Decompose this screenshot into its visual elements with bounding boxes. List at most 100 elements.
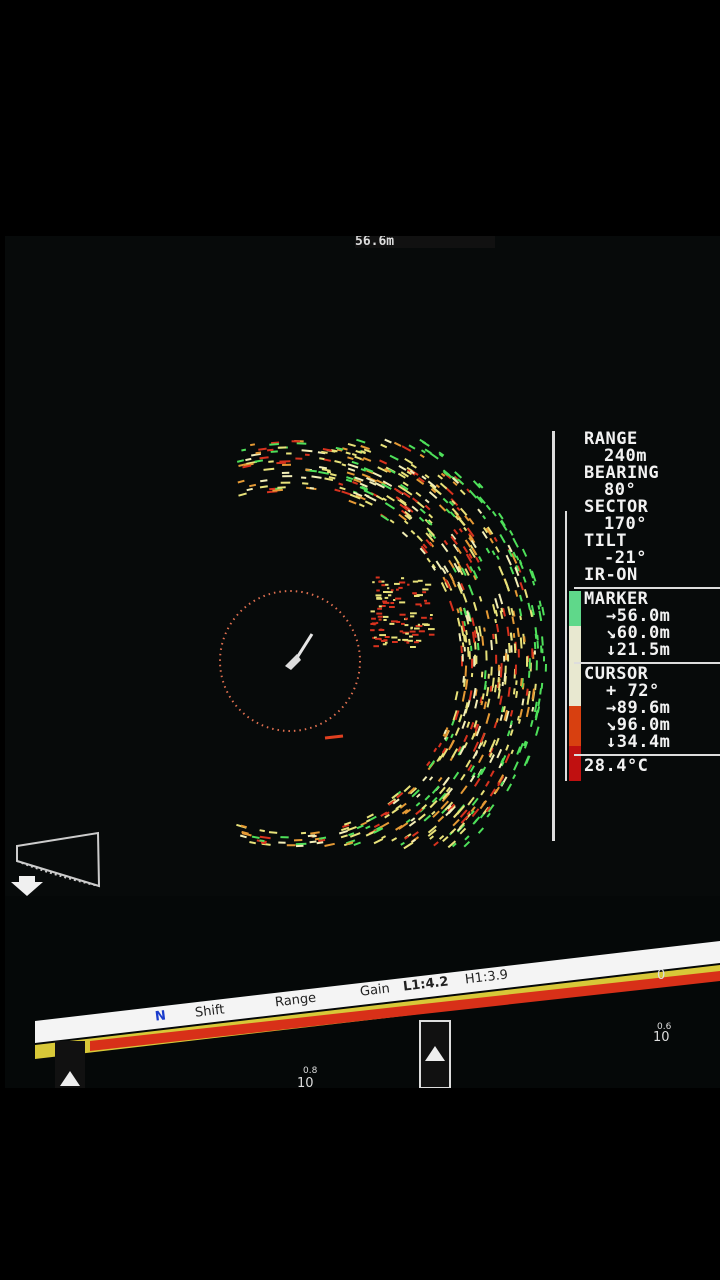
echo-speckle [403, 841, 414, 850]
echo-speckle [401, 531, 409, 538]
echo-speckle [536, 641, 539, 649]
echo-speckle [516, 627, 520, 638]
fish-school-echo [370, 576, 435, 648]
echo-speckle [502, 705, 506, 713]
echo-speckle [468, 690, 473, 701]
echo-speckle [540, 682, 544, 689]
echo-speckle [460, 645, 463, 653]
echo-speckle [417, 623, 421, 626]
echo-speckle [527, 690, 531, 699]
echo-speckle [469, 721, 475, 730]
echo-speckle [259, 485, 268, 489]
echo-speckle [330, 473, 337, 477]
echo-speckle [429, 452, 439, 460]
echo-speckle [319, 457, 325, 461]
echo-speckle [241, 448, 247, 452]
tilt-label: TILT [584, 531, 627, 551]
echo-speckle [495, 546, 500, 553]
echo-speckle [499, 695, 503, 705]
echo-speckle [364, 500, 373, 506]
echo-speckle [502, 607, 506, 617]
echo-speckle [431, 810, 436, 816]
echo-speckle [452, 567, 457, 573]
echo-speckle [428, 776, 434, 781]
echo-speckle [419, 508, 426, 514]
echo-speckle [407, 639, 413, 642]
echo-speckle [437, 474, 444, 480]
echo-speckle [506, 626, 510, 637]
echo-speckle [347, 442, 356, 448]
echo-speckle [354, 455, 362, 460]
echo-speckle [352, 481, 359, 485]
echo-speckle [321, 468, 331, 472]
echo-speckle [403, 520, 409, 525]
echo-speckle [495, 623, 500, 633]
echo-speckle [360, 445, 370, 451]
echo-speckle [474, 699, 479, 709]
echo-speckle [250, 443, 256, 447]
echo-speckle [522, 576, 527, 583]
echo-speckle [410, 463, 417, 469]
echo-speckle [424, 599, 427, 602]
echo-speckle [392, 641, 398, 643]
echo-speckle [376, 612, 383, 615]
echo-speckle [516, 715, 520, 721]
echo-speckle [405, 632, 409, 635]
echo-speckle [529, 609, 533, 618]
echo-speckle [509, 530, 514, 536]
echo-speckle [471, 631, 476, 643]
echo-speckle [249, 841, 256, 845]
echo-speckle [454, 691, 459, 701]
echo-speckle [458, 633, 462, 642]
echo-speckle [383, 639, 388, 642]
echo-speckle [490, 640, 493, 651]
echo-speckle [254, 459, 264, 463]
echo-speckle [456, 608, 460, 614]
echo-speckle [239, 834, 247, 839]
echo-speckle [458, 714, 463, 723]
echo-speckle [494, 737, 500, 746]
echo-speckle [389, 622, 395, 625]
echo-speckle [448, 559, 455, 569]
echo-speckle [435, 484, 441, 489]
echo-speckle [370, 629, 375, 632]
echo-speckle [448, 573, 455, 583]
echo-speckle [402, 638, 409, 641]
echo-speckle [399, 601, 406, 604]
echo-speckle [335, 446, 344, 451]
ship-icon [285, 633, 314, 670]
echo-speckle [472, 601, 478, 611]
echo-speckle [424, 602, 431, 605]
echo-speckle [459, 809, 468, 818]
echo-speckle [424, 473, 430, 479]
echo-speckle [412, 580, 419, 583]
north-indicator[interactable]: N [154, 1008, 167, 1024]
echo-speckle [452, 771, 460, 780]
echo-speckle [485, 610, 490, 620]
echo-speckle [424, 794, 431, 801]
echo-speckle [395, 597, 402, 600]
echo-speckle [525, 706, 530, 718]
echo-speckle [477, 827, 485, 834]
echo-speckle [412, 633, 419, 636]
echo-speckle [511, 616, 515, 625]
echo-speckle [393, 487, 404, 495]
down-arrow-icon[interactable] [11, 876, 43, 896]
echo-speckle [379, 821, 390, 829]
echo-speckle [475, 556, 480, 563]
echo-speckle [260, 479, 268, 483]
echo-speckle [323, 458, 331, 462]
echo-speckle [483, 680, 487, 690]
echo-speckle [408, 820, 417, 827]
echo-speckle [510, 749, 514, 755]
echo-speckle [418, 630, 425, 633]
echo-speckle [398, 465, 407, 471]
echo-speckle [428, 633, 435, 636]
echo-speckle [410, 626, 413, 629]
echo-speckle [442, 497, 449, 504]
echo-speckle [386, 495, 395, 502]
echo-speckle [494, 633, 498, 644]
echo-speckle [464, 665, 468, 677]
echo-speckle [459, 606, 463, 612]
echo-speckle [419, 453, 425, 459]
